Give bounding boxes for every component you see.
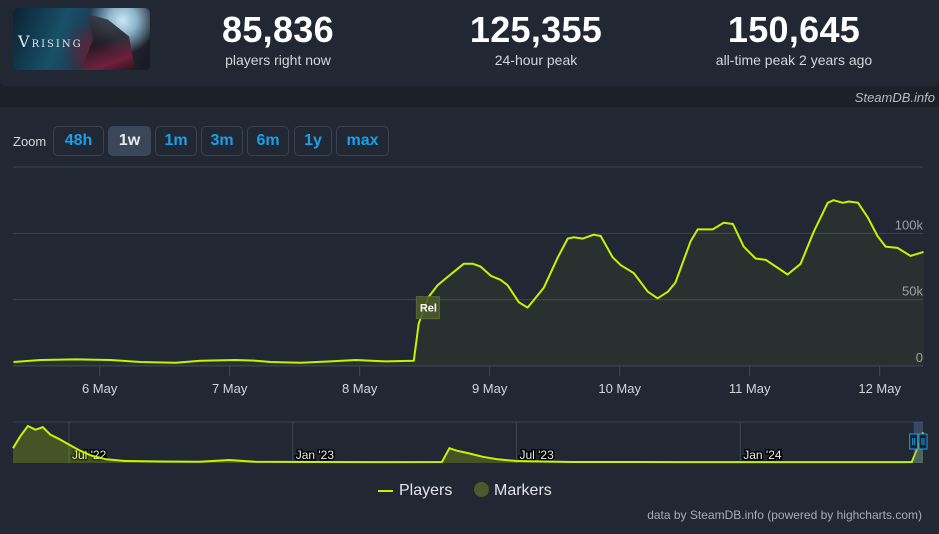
x-tick-label: 9 May [472, 381, 508, 396]
navigator-tick-label: Jan '24 [743, 448, 782, 462]
navigator-right-handle[interactable] [918, 433, 928, 450]
x-tick-label: 10 May [598, 381, 641, 396]
legend-item-markers[interactable]: Markers [474, 482, 552, 500]
x-tick-label: 7 May [212, 381, 248, 396]
navigator-area [13, 426, 923, 463]
marker-circle-icon [474, 482, 489, 497]
y-tick-label: 100k [895, 217, 924, 232]
players-series [13, 199, 924, 366]
event-markers: Rel [415, 296, 440, 320]
release-marker: Rel [415, 296, 440, 320]
players-area [13, 200, 924, 366]
navigator-tick-label: Jan '23 [296, 448, 335, 462]
highcharts-credit-link[interactable]: data by SteamDB.info (powered by highcha… [647, 508, 922, 522]
navigator: Jul '22Jan '23Jul '23Jan '24 [12, 421, 928, 464]
player-count-chart[interactable]: 6 May7 May8 May9 May10 May11 May12 May 0… [0, 0, 939, 534]
players-line-icon [378, 489, 393, 492]
marker-label: Rel [420, 303, 437, 315]
legend-label: Players [399, 482, 453, 499]
handle-box [918, 433, 928, 450]
handle-box [909, 433, 919, 450]
x-tick-label: 6 May [82, 381, 118, 396]
navigator-tick-label: Jul '23 [519, 448, 554, 462]
legend-label: Markers [494, 482, 552, 499]
legend-item-players[interactable]: Players [378, 482, 452, 500]
x-tick-label: 12 May [858, 381, 901, 396]
navigator-left-handle[interactable] [909, 433, 919, 450]
x-tick-label: 11 May [729, 381, 771, 396]
x-tick-label: 8 May [342, 381, 378, 396]
x-axis: 6 May 7 May 8 May 9 May 10 May 11 May 12 May [82, 366, 901, 396]
